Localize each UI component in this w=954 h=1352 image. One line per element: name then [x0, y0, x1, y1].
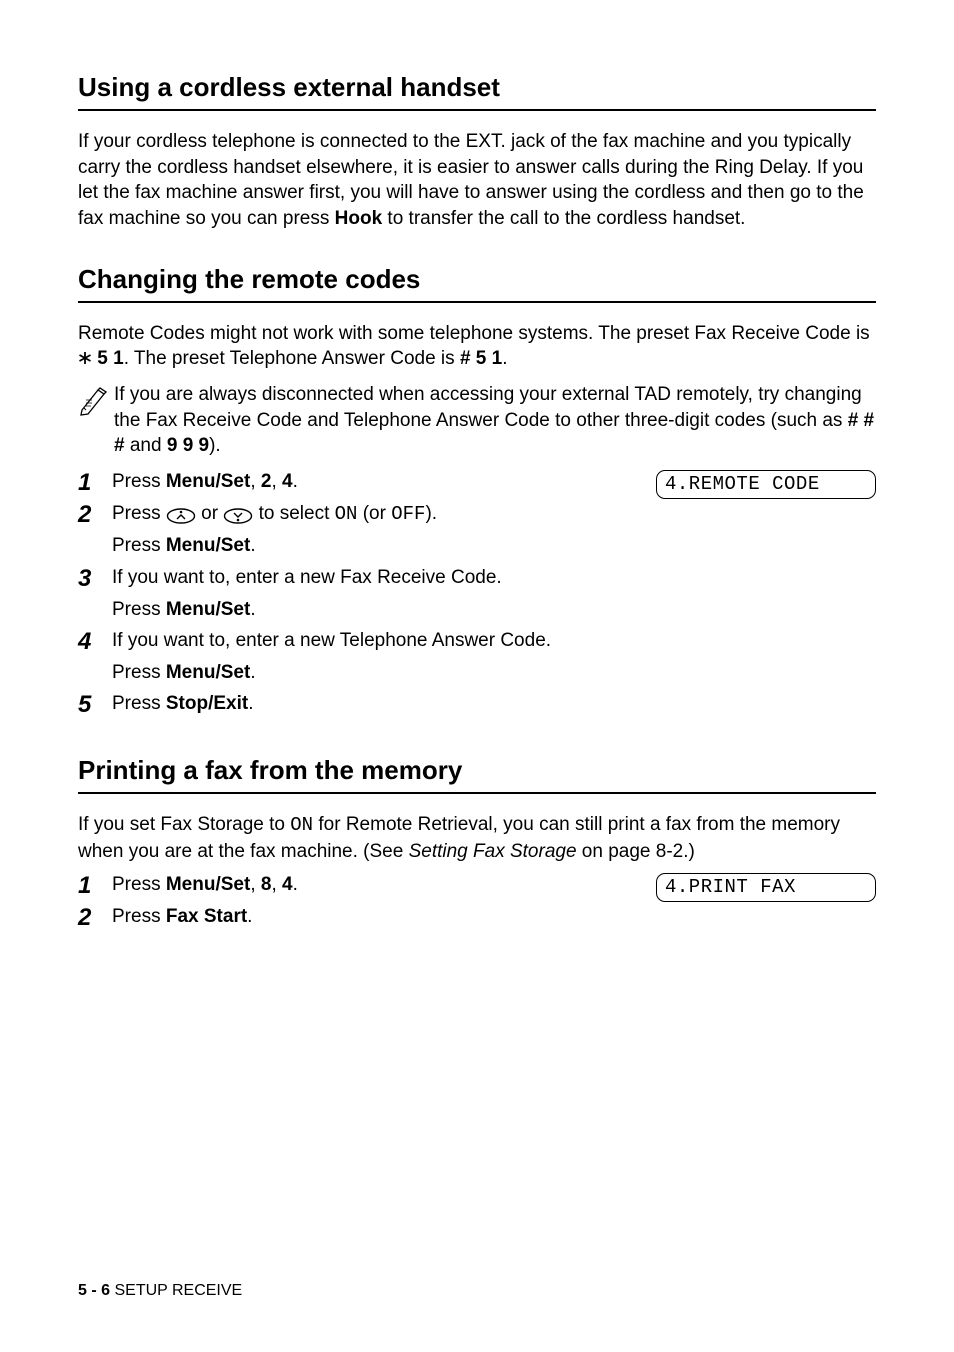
code: 5 1	[92, 348, 124, 369]
step-1: 1 Press Menu/Set, 2, 4. 4.REMOTE CODE	[78, 469, 876, 501]
text: .	[293, 471, 298, 492]
step-5: 5 Press Stop/Exit.	[78, 691, 876, 723]
text: ,	[271, 874, 282, 895]
text: If you are always disconnected when acce…	[114, 384, 862, 431]
step-body: Press Menu/Set, 2, 4. 4.REMOTE CODE	[112, 469, 876, 501]
stopexit-key: Stop/Exit	[166, 693, 248, 714]
down-arrow-icon	[223, 506, 253, 522]
text: Press	[112, 599, 166, 620]
text: Press	[112, 471, 166, 492]
step-body: If you want to, enter a new Telephone An…	[112, 628, 876, 691]
section-print-fax: Printing a fax from the memory If you se…	[78, 753, 876, 936]
text: ,	[250, 471, 261, 492]
text: to transfer the call to the cordless han…	[382, 208, 745, 229]
steps-remote-codes: 1 Press Menu/Set, 2, 4. 4.REMOTE CODE 2 …	[78, 469, 876, 723]
code: 9 9 9	[167, 435, 209, 456]
text: ).	[425, 503, 437, 524]
text: . The preset Telephone Answer Code is	[124, 348, 460, 369]
text: Press	[112, 906, 166, 927]
key-8: 8	[261, 874, 272, 895]
menuset-key: Menu/Set	[166, 662, 250, 683]
heading-cordless: Using a cordless external handset	[78, 70, 876, 111]
text: .	[502, 348, 507, 369]
menuset-key: Menu/Set	[166, 874, 250, 895]
text: and	[125, 435, 167, 456]
text: to select	[253, 503, 334, 524]
lcd-display: 4.PRINT FAX	[656, 873, 876, 902]
on-text: ON	[335, 503, 358, 525]
chapter-title: SETUP RECEIVE	[114, 1282, 242, 1299]
step-number: 1	[78, 469, 112, 501]
step-4: 4 If you want to, enter a new Telephone …	[78, 628, 876, 691]
text: If you set Fax Storage to	[78, 814, 290, 835]
text: Press	[112, 503, 166, 524]
para-cordless: If your cordless telephone is connected …	[78, 129, 876, 232]
asterisk-symbol	[78, 348, 92, 369]
heading-remote-codes: Changing the remote codes	[78, 262, 876, 303]
step-body: Press Stop/Exit.	[112, 691, 876, 723]
text: Press	[112, 535, 166, 556]
step-body: Press Fax Start.	[112, 904, 876, 936]
up-arrow-icon	[166, 506, 196, 522]
text: .	[293, 874, 298, 895]
text: Press	[112, 874, 166, 895]
step-number: 2	[78, 904, 112, 936]
step-number: 5	[78, 691, 112, 723]
faxstart-key: Fax Start	[166, 906, 247, 927]
step-number: 1	[78, 872, 112, 904]
text: (or	[357, 503, 391, 524]
text: Press	[112, 693, 166, 714]
step-number: 2	[78, 501, 112, 565]
steps-print-fax: 1 Press Menu/Set, 8, 4. 4.PRINT FAX 2 Pr…	[78, 872, 876, 935]
step-1: 1 Press Menu/Set, 8, 4. 4.PRINT FAX	[78, 872, 876, 904]
text: Remote Codes might not work with some te…	[78, 323, 870, 344]
step-3: 3 If you want to, enter a new Fax Receiv…	[78, 565, 876, 628]
text: ,	[250, 874, 261, 895]
cross-reference-link[interactable]: Setting Fax Storage	[409, 841, 577, 862]
text: ,	[271, 471, 282, 492]
step-2: 2 Press Fax Start.	[78, 904, 876, 936]
text: .	[248, 693, 253, 714]
page-number: 5 - 6	[78, 1282, 110, 1299]
text: If you want to, enter a new Fax Receive …	[112, 565, 876, 591]
note-block: If you are always disconnected when acce…	[78, 382, 876, 459]
lcd-display: 4.REMOTE CODE	[656, 470, 876, 499]
step-number: 4	[78, 628, 112, 691]
on-text: ON	[290, 814, 313, 836]
key-2: 2	[261, 471, 272, 492]
para-print-fax: If you set Fax Storage to ON for Remote …	[78, 812, 876, 864]
text: .	[250, 599, 255, 620]
para-remote-intro: Remote Codes might not work with some te…	[78, 321, 876, 372]
text: Press	[112, 662, 166, 683]
step-number: 3	[78, 565, 112, 628]
menuset-key: Menu/Set	[166, 471, 250, 492]
text: .	[250, 535, 255, 556]
off-text: OFF	[391, 503, 425, 525]
key-4: 4	[282, 874, 293, 895]
text: .	[250, 662, 255, 683]
step-body: Press Menu/Set, 8, 4. 4.PRINT FAX	[112, 872, 876, 904]
text: or	[196, 503, 223, 524]
step-body: If you want to, enter a new Fax Receive …	[112, 565, 876, 628]
hook-key: Hook	[335, 208, 383, 229]
step-body: Press or to select ON (or OFF). Press Me…	[112, 501, 876, 565]
text: .	[247, 906, 252, 927]
code: # 5 1	[460, 348, 502, 369]
note-icon	[78, 384, 110, 416]
text: If you want to, enter a new Telephone An…	[112, 628, 876, 654]
menuset-key: Menu/Set	[166, 535, 250, 556]
section-remote-codes: Changing the remote codes Remote Codes m…	[78, 262, 876, 723]
text: ).	[209, 435, 221, 456]
step-2: 2 Press or to select ON (or OFF). Press …	[78, 501, 876, 565]
heading-print-fax: Printing a fax from the memory	[78, 753, 876, 794]
note-text: If you are always disconnected when acce…	[114, 382, 876, 459]
section-cordless-handset: Using a cordless external handset If you…	[78, 70, 876, 232]
menuset-key: Menu/Set	[166, 599, 250, 620]
key-4: 4	[282, 471, 293, 492]
page-footer: 5 - 6 SETUP RECEIVE	[78, 1280, 242, 1302]
text: on page 8-2.)	[577, 841, 695, 862]
